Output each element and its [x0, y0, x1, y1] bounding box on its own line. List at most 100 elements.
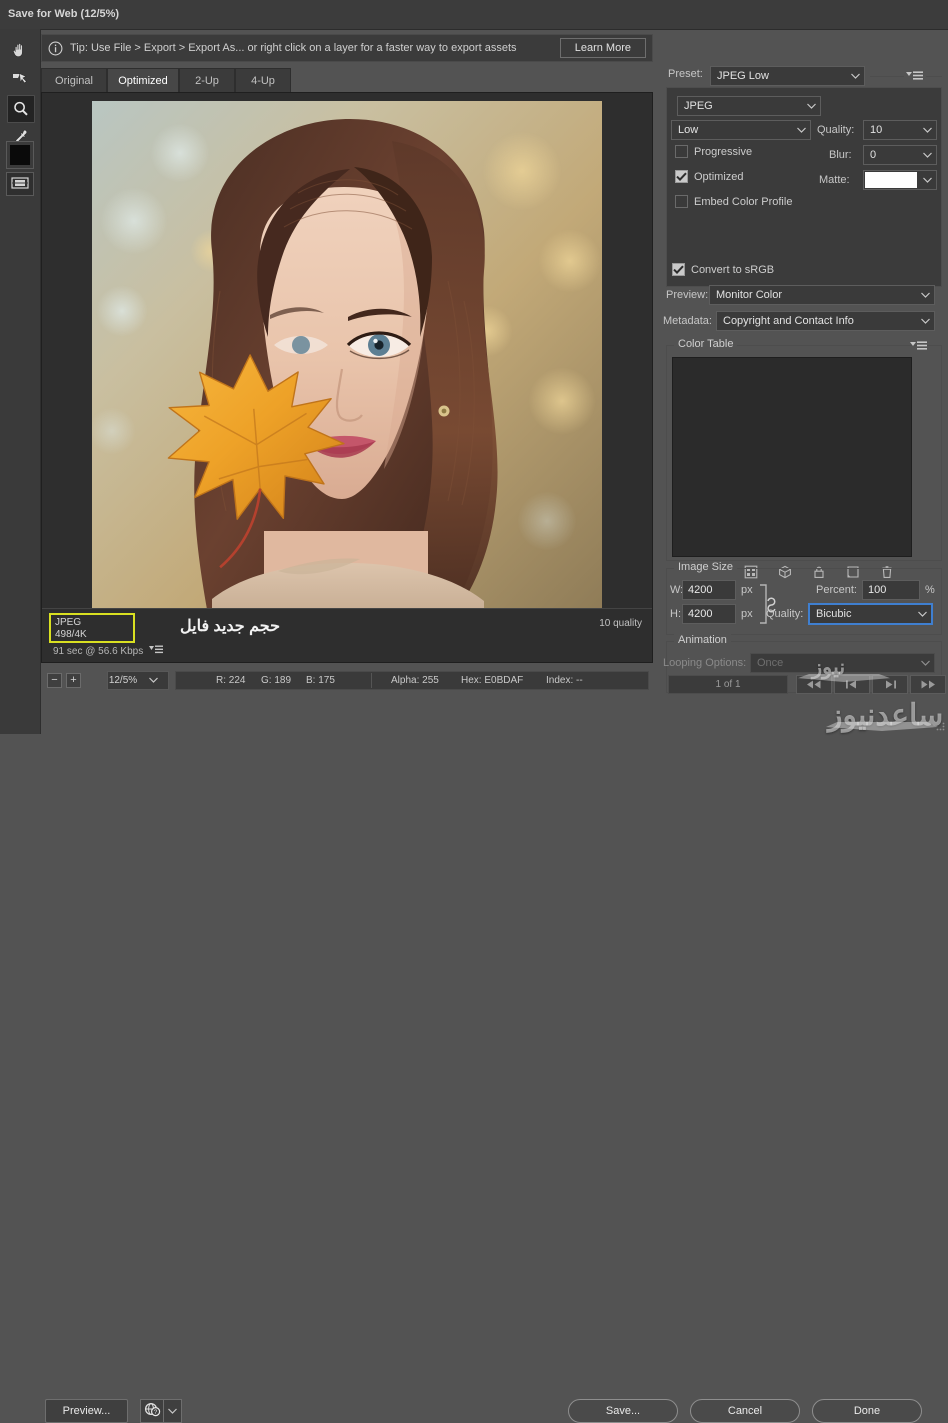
percent-unit-label: % [925, 584, 935, 596]
readout-divider [371, 673, 372, 688]
resample-quality-value: Bicubic [816, 608, 852, 620]
globe-icon: ? [144, 1401, 161, 1421]
speed-menu-icon[interactable] [149, 645, 164, 657]
looping-options-select[interactable]: Once [750, 653, 935, 673]
readout-alpha: Alpha: 255 [391, 675, 439, 686]
action-bar: Preview... ? Save... Cancel Done [0, 696, 948, 1423]
previous-frame-button[interactable] [834, 675, 870, 694]
readout-blue: B: 175 [306, 675, 335, 686]
save-button[interactable]: Save... [568, 1399, 678, 1423]
optimized-checkbox[interactable]: Optimized [675, 170, 744, 183]
checkbox-box [675, 145, 688, 158]
preset-options-menu-icon[interactable] [906, 70, 924, 82]
matte-label: Matte: [819, 174, 850, 186]
tab-original[interactable]: Original [41, 68, 107, 93]
zoom-tool-button[interactable] [7, 95, 35, 123]
preset-select[interactable]: JPEG Low [710, 66, 865, 86]
preview-canvas[interactable]: JPEG 498/4K 91 sec @ 56.6 Kbps حجم جدید … [41, 92, 653, 663]
file-format-value: JPEG [684, 100, 713, 112]
browser-preview-button[interactable]: ? [140, 1399, 164, 1423]
resample-quality-select[interactable]: Bicubic [808, 603, 933, 625]
optimized-image-preview[interactable] [92, 101, 602, 626]
blur-spinner[interactable]: 0 [863, 145, 937, 165]
file-format-select[interactable]: JPEG [677, 96, 821, 116]
tab-2-up[interactable]: 2-Up [179, 68, 235, 93]
slice-select-tool-button[interactable] [7, 66, 33, 92]
chevron-down-icon [802, 103, 820, 109]
chevron-down-icon [138, 675, 168, 686]
color-table-body [666, 345, 942, 579]
preview-color-select[interactable]: Monitor Color [709, 285, 935, 305]
progressive-label: Progressive [694, 145, 753, 158]
image-size-title: Image Size [674, 561, 738, 573]
width-input[interactable]: 4200 [682, 580, 736, 600]
status-bar: − + 12/5% R: 224 G: 189 B: 175 Alpha: 25… [41, 668, 653, 694]
last-frame-button[interactable] [910, 675, 946, 694]
embed-color-profile-label: Embed Color Profile [694, 195, 793, 208]
blur-label: Blur: [829, 149, 852, 161]
zoom-out-button[interactable]: − [47, 673, 62, 688]
readout-hex: Hex: E0BDAF [461, 675, 524, 686]
metadata-value: Copyright and Contact Info [723, 315, 854, 327]
animation-controls: 1 of 1 [668, 675, 946, 695]
download-speed-row: 91 sec @ 56.6 Kbps [53, 645, 164, 657]
preview-color-label: Preview: [666, 289, 709, 301]
convert-to-srgb-label: Convert to sRGB [691, 263, 775, 276]
preset-label: Preset: [668, 68, 703, 80]
tab-4-up[interactable]: 4-Up [235, 68, 291, 93]
preset-rule-right [926, 76, 942, 77]
resize-grip[interactable] [935, 721, 945, 731]
done-button[interactable]: Done [812, 1399, 922, 1423]
metadata-label: Metadata: [663, 315, 712, 327]
convert-to-srgb-checkbox[interactable]: Convert to sRGB [672, 263, 774, 276]
matte-color-swatch [865, 172, 917, 188]
zoom-level-value: 12/5% [108, 675, 138, 686]
chevron-down-icon [916, 318, 934, 324]
chevron-down-icon [916, 292, 934, 298]
quality-spinner[interactable]: 10 [863, 120, 937, 140]
zoom-icon [12, 100, 30, 118]
optimized-label: Optimized [694, 170, 744, 183]
play-frame-button[interactable] [872, 675, 908, 694]
height-input[interactable]: 4200 [682, 604, 736, 624]
format-settings-block: JPEG Low Quality: 10 Progressive Blur: 0… [666, 87, 942, 287]
cancel-button[interactable]: Cancel [690, 1399, 800, 1423]
preset-value: JPEG Low [717, 70, 769, 82]
chevron-down-icon [913, 611, 931, 617]
matte-color-select[interactable] [863, 170, 937, 190]
tip-text: Tip: Use File > Export > Export As... or… [70, 42, 517, 54]
resample-quality-label: Quality: [766, 608, 804, 620]
looping-options-value: Once [757, 657, 784, 669]
chevron-down-icon [846, 73, 864, 79]
file-format-label: JPEG [55, 617, 82, 628]
color-table-swatches[interactable] [672, 357, 912, 557]
browser-select-dropdown[interactable] [164, 1399, 182, 1423]
learn-more-button[interactable]: Learn More [559, 38, 646, 58]
embed-color-profile-checkbox[interactable]: Embed Color Profile [675, 195, 792, 208]
progressive-checkbox[interactable]: Progressive [675, 145, 752, 158]
quality-value: 10 [870, 124, 883, 136]
chevron-down-icon [918, 177, 936, 183]
foreground-color-swatch[interactable] [6, 141, 34, 169]
zoom-in-button[interactable]: + [66, 673, 81, 688]
info-icon [48, 41, 63, 56]
metadata-select[interactable]: Copyright and Contact Info [716, 311, 935, 331]
color-readout: R: 224 G: 189 B: 175 Alpha: 255 Hex: E0B… [175, 671, 649, 690]
zoom-level-select[interactable]: 12/5% [107, 671, 169, 690]
readout-green: G: 189 [261, 675, 292, 686]
height-unit-label: px [741, 608, 753, 620]
toggle-slices-button[interactable] [6, 172, 34, 196]
height-label: H: [670, 608, 681, 620]
tab-optimized[interactable]: Optimized [107, 68, 179, 93]
first-frame-button[interactable] [796, 675, 832, 694]
titlebar: Save for Web (12/5%) [0, 0, 948, 30]
compression-quality-select[interactable]: Low [671, 120, 811, 140]
annotation-new-file-size: حجم جدید فایل [180, 618, 280, 635]
hand-tool-button[interactable] [7, 37, 33, 63]
preview-button[interactable]: Preview... [45, 1399, 128, 1423]
looping-options-label: Looping Options: [663, 657, 747, 669]
blur-value: 0 [870, 149, 877, 161]
tool-strip [0, 29, 41, 734]
percent-input[interactable]: 100 [862, 580, 920, 600]
optimization-info-strip: JPEG 498/4K 91 sec @ 56.6 Kbps حجم جدید … [42, 608, 652, 662]
